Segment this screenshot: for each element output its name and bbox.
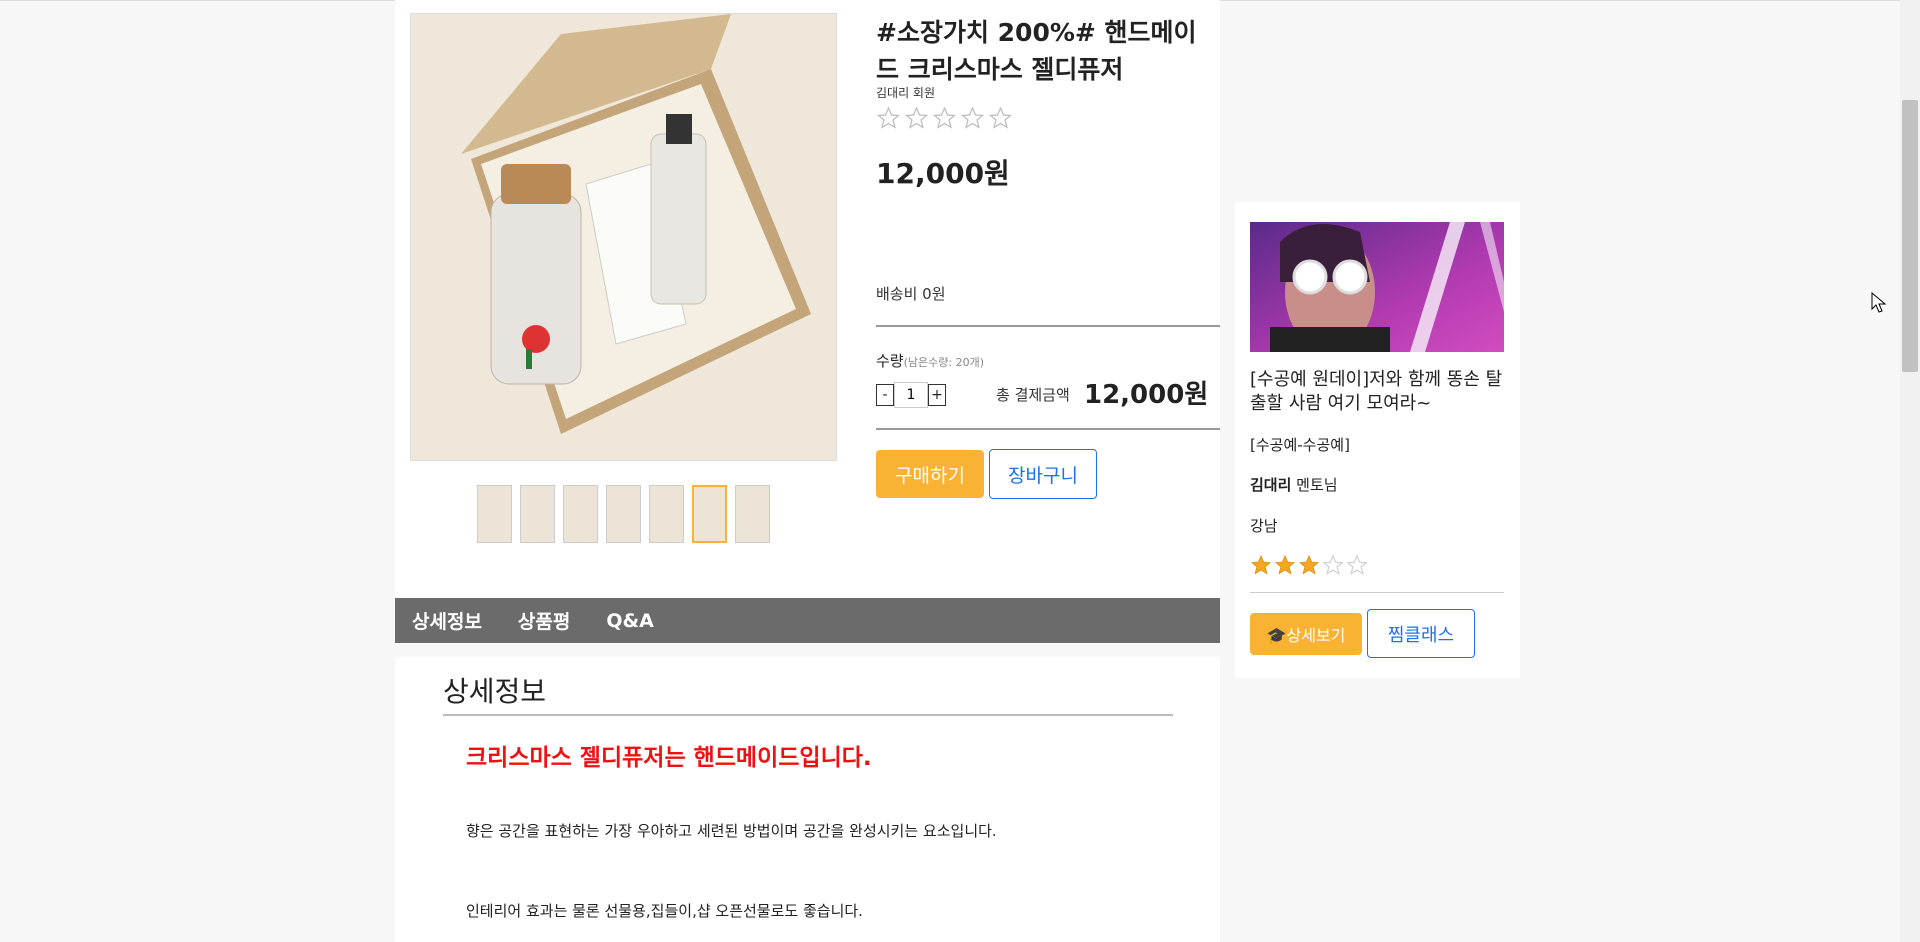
wish-class-button[interactable]: 찜클래스 [1367, 609, 1475, 658]
thumbnail-7[interactable] [735, 485, 770, 543]
divider [876, 428, 1220, 430]
star-filled-icon [1274, 554, 1296, 575]
graduation-cap-icon: 🎓 [1266, 626, 1287, 645]
quantity-label-text: 수량 [876, 352, 904, 370]
thumbnail-3[interactable] [563, 485, 598, 543]
detail-paragraph: 향은 공간을 표현하는 가장 우아하고 세련된 방법이며 공간을 완성시키는 요… [466, 822, 997, 840]
thumbnail-strip [477, 485, 770, 543]
mentor-name: 김대리 [1250, 476, 1292, 494]
detail-heading: 상세정보 [443, 675, 547, 708]
thumbnail-2[interactable] [520, 485, 555, 543]
divider [876, 325, 1220, 327]
buy-button[interactable]: 구매하기 [876, 450, 984, 498]
star-empty-icon [1346, 554, 1368, 575]
star-empty-icon [1322, 554, 1344, 575]
star-empty-icon [932, 106, 957, 129]
detail-divider [443, 714, 1173, 716]
detail-paragraph: 인테리어 효과는 물론 선물용,집들이,샵 오픈선물로도 좋습니다. [466, 902, 863, 920]
star-empty-icon [876, 106, 901, 129]
class-title[interactable]: [수공예 원데이]저와 함께 똥손 탈출할 사람 여기 모여라~ [1250, 368, 1510, 416]
star-empty-icon [904, 106, 929, 129]
class-mentor: 김대리 멘토님 [1250, 474, 1338, 495]
class-detail-label: 상세보기 [1286, 626, 1346, 645]
quantity-plus-button[interactable]: + [928, 384, 946, 406]
class-rating [1250, 554, 1368, 576]
mouse-cursor-icon [1871, 292, 1887, 313]
thumbnail-4[interactable] [606, 485, 641, 543]
star-filled-icon [1250, 554, 1272, 575]
star-filled-icon [1298, 554, 1320, 575]
scrollbar-thumb[interactable] [1902, 100, 1918, 372]
product-main-image [410, 13, 837, 461]
class-category: [수공예-수공예] [1250, 436, 1350, 454]
product-tabs: 상세정보 상품평 Q&A [395, 598, 1220, 643]
product-panel: #소장가치 200%# 핸드메이드 크리스마스 젤디퓨저 김대리 회원 12,0… [395, 0, 1220, 942]
thumbnail-1[interactable] [477, 485, 512, 543]
class-image[interactable] [1250, 222, 1504, 352]
class-location: 강남 [1250, 517, 1278, 535]
quantity-label: 수량(남은수량: 20개) [876, 350, 984, 371]
star-empty-icon [988, 106, 1013, 129]
product-rating [876, 106, 1013, 130]
detail-highlight: 크리스마스 젤디퓨저는 핸드메이드입니다. [466, 745, 872, 771]
tab-detail[interactable]: 상세정보 [412, 607, 482, 634]
total-label: 총 결제금액 [996, 386, 1070, 404]
cart-button[interactable]: 장바구니 [989, 449, 1097, 499]
total-amount: 12,000원 [1084, 380, 1209, 410]
quantity-stepper: - + [876, 382, 946, 408]
remaining-quantity: (남은수량: 20개) [903, 356, 984, 369]
card-divider [1250, 592, 1504, 593]
mentor-suffix: 멘토님 [1291, 476, 1338, 494]
tab-qna[interactable]: Q&A [606, 610, 653, 632]
class-detail-button[interactable]: 🎓상세보기 [1250, 613, 1362, 655]
tab-spacer [395, 643, 1220, 657]
shipping-fee: 배송비 0원 [876, 285, 946, 303]
product-title: #소장가치 200%# 핸드메이드 크리스마스 젤디퓨저 [876, 18, 1197, 84]
quantity-input[interactable] [894, 382, 928, 408]
star-empty-icon [960, 106, 985, 129]
thumbnail-6[interactable] [692, 485, 727, 543]
class-card: [수공예 원데이]저와 함께 똥손 탈출할 사람 여기 모여라~ [수공예-수공… [1235, 202, 1520, 678]
tab-reviews[interactable]: 상품평 [518, 607, 570, 634]
product-price: 12,000원 [876, 157, 1010, 190]
quantity-minus-button[interactable]: - [876, 384, 894, 406]
product-author: 김대리 회원 [876, 86, 936, 100]
thumbnail-5[interactable] [649, 485, 684, 543]
